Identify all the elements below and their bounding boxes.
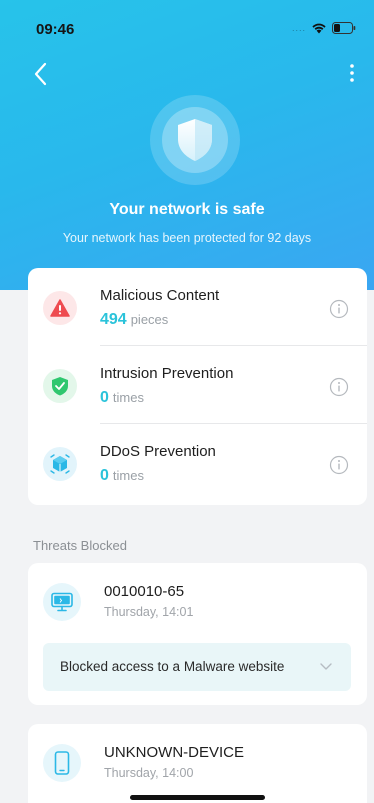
wifi-icon <box>312 23 326 34</box>
status-bar: 09:46 .... <box>0 0 374 44</box>
stat-label: DDoS Prevention <box>100 443 216 460</box>
stat-value: 0 times <box>100 467 144 484</box>
hero-title: Your network is safe <box>109 201 265 218</box>
signal-icon: .... <box>291 23 306 33</box>
device-timestamp: Thursday, 14:00 <box>104 766 194 780</box>
phone-icon <box>54 751 70 775</box>
threat-card[interactable]: 0010010-65 Thursday, 14:01 Blocked acces… <box>28 563 367 705</box>
nav-bar <box>0 56 374 96</box>
info-icon[interactable] <box>329 455 349 475</box>
chevron-down-icon <box>320 663 332 670</box>
shield-icon <box>178 119 212 161</box>
cube-icon <box>50 454 70 474</box>
stat-label: Intrusion Prevention <box>100 365 234 382</box>
warning-triangle-icon <box>50 299 70 317</box>
stat-value: 494 pieces <box>100 311 169 328</box>
info-icon[interactable] <box>329 377 349 397</box>
threat-detail-dropdown[interactable]: Blocked access to a Malware website <box>43 643 351 691</box>
more-options-button[interactable] <box>346 60 358 88</box>
status-icons: .... <box>292 22 356 34</box>
stat-value: 0 times <box>100 389 144 406</box>
device-name: 0010010-65 <box>104 583 185 600</box>
protection-stats-card: Malicious Content 494 pieces Intrusion Pr… <box>28 268 367 505</box>
shield-check-icon <box>52 377 68 396</box>
stat-label: Malicious Content <box>100 287 220 304</box>
device-timestamp: Thursday, 14:01 <box>104 605 194 619</box>
shield-badge <box>150 95 240 185</box>
threat-card[interactable]: UNKNOWN-DEVICE Thursday, 14:00 <box>28 724 367 803</box>
stat-intrusion-prevention[interactable]: Intrusion Prevention 0 times <box>28 346 367 424</box>
monitor-icon <box>51 592 73 612</box>
battery-icon <box>332 22 356 34</box>
home-indicator[interactable] <box>130 795 265 800</box>
status-time: 09:46 <box>36 21 75 38</box>
stat-malicious-content[interactable]: Malicious Content 494 pieces <box>28 268 367 346</box>
back-button[interactable] <box>30 60 52 88</box>
hero-subtitle: Your network has been protected for 92 d… <box>62 231 312 245</box>
device-name: UNKNOWN-DEVICE <box>104 744 245 761</box>
stat-ddos-prevention[interactable]: DDoS Prevention 0 times <box>28 424 367 502</box>
section-title-threats: Threats Blocked <box>33 538 127 553</box>
info-icon[interactable] <box>329 299 349 319</box>
threat-detail-text: Blocked access to a Malware website <box>60 659 285 674</box>
